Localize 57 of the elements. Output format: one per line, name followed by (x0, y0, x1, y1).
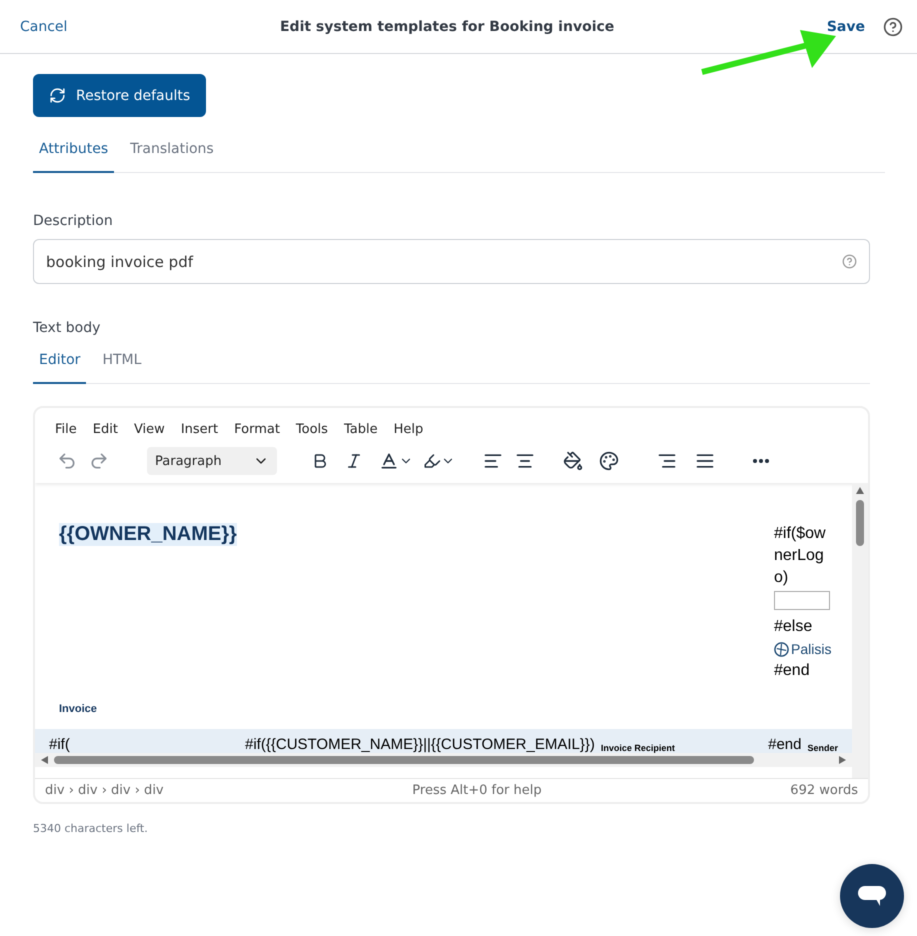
palette-icon (599, 451, 619, 471)
broken-image-icon (774, 591, 830, 610)
section-label: Text body (33, 320, 102, 336)
menu-item[interactable]: Format (234, 422, 280, 437)
element-path: div › div › div › div (45, 783, 164, 798)
menu-item[interactable]: Edit (92, 422, 118, 437)
scroll-right-icon (839, 756, 846, 764)
menu-item[interactable]: File (55, 422, 77, 437)
tab[interactable]: Editor (33, 340, 86, 384)
brand-name: Palisis (791, 640, 832, 659)
refresh-icon (49, 87, 66, 104)
template-text: o) (774, 568, 790, 588)
template-text: #if( (49, 736, 71, 753)
word-count: 692 words (790, 783, 858, 798)
italic-icon (345, 452, 363, 470)
scrollbar-thumb[interactable] (54, 756, 754, 764)
redo-icon (89, 451, 109, 471)
invoice-heading: Invoice (58, 703, 98, 715)
template-text: #if({{CUSTOMER_NAME}}||{{CUSTOMER_EMAIL}}) (245, 736, 595, 753)
characters-left: 5340 characters left. (33, 822, 149, 835)
restore-defaults-button[interactable]: Restore defaults (33, 74, 206, 117)
field-label: Description (33, 213, 114, 229)
template-text: #if($ow (774, 524, 827, 544)
help-hint: Press Alt+0 for help (412, 783, 542, 798)
cell-label: Invoice Recipient (600, 743, 675, 753)
menu-item[interactable]: Table (344, 422, 378, 437)
paint-bucket-icon (563, 451, 583, 471)
more-icon (753, 459, 769, 463)
template-text: #end (774, 661, 811, 681)
highlighter-icon (423, 452, 441, 470)
field-value: booking invoice pdf (46, 252, 193, 270)
menu-item[interactable]: Help (394, 422, 424, 437)
scroll-left-icon (41, 756, 48, 764)
menu-item[interactable]: Insert (180, 422, 218, 437)
scroll-up-icon (856, 487, 864, 494)
undo-icon (57, 451, 77, 471)
chat-icon (857, 884, 887, 908)
placeholder-text: {{OWNER_NAME}} (59, 523, 237, 546)
block-format-dropdown[interactable]: Paragraph (147, 447, 277, 475)
scrollbar-thumb[interactable] (856, 500, 864, 546)
tab[interactable]: Translations (124, 129, 220, 173)
menu-item[interactable]: Tools (296, 422, 328, 437)
cell-label: Sender (807, 743, 838, 753)
globe-icon (774, 642, 789, 656)
save-link[interactable]: Save (826, 18, 865, 34)
description-field[interactable]: booking invoice pdf (33, 239, 870, 284)
help-icon (842, 254, 857, 269)
help-icon[interactable] (883, 16, 903, 36)
tab[interactable]: HTML (96, 340, 148, 384)
menu-item[interactable]: View (134, 422, 165, 437)
text-color-icon (379, 451, 399, 471)
template-text: #else (774, 617, 814, 637)
template-text: #end (768, 736, 802, 753)
template-text: nerLog (774, 546, 825, 566)
page-title: Edit system templates for Booking invoice (278, 18, 616, 34)
cancel-link[interactable]: Cancel (20, 18, 68, 34)
tab[interactable]: Attributes (33, 129, 114, 173)
